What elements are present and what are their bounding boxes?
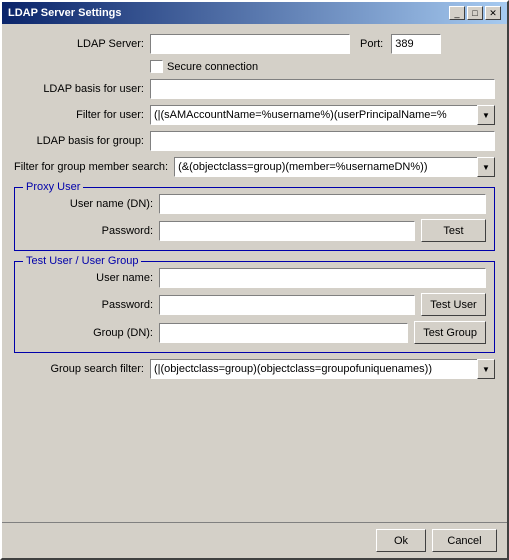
secure-connection-checkbox[interactable] [150, 60, 163, 73]
window-title: LDAP Server Settings [8, 7, 122, 19]
group-dn-row: Group (DN): Test Group [23, 321, 486, 344]
filter-user-dropdown: ▼ [150, 105, 495, 125]
group-search-filter-dropdown: ▼ [150, 359, 495, 379]
port-label: Port: [360, 38, 383, 50]
group-dn-input[interactable] [159, 323, 408, 343]
ok-button[interactable]: Ok [376, 529, 426, 552]
ldap-server-row: LDAP Server: Port: [14, 34, 495, 54]
test-user-button[interactable]: Test User [421, 293, 486, 316]
test-user-section: Test User / User Group User name: Passwo… [14, 261, 495, 353]
secure-connection-row: Secure connection [150, 60, 495, 73]
ldap-settings-window: LDAP Server Settings _ □ ✕ LDAP Server: … [0, 0, 509, 560]
filter-user-row: Filter for user: ▼ [14, 105, 495, 125]
ldap-basis-user-label: LDAP basis for user: [14, 83, 144, 95]
filter-user-label: Filter for user: [14, 109, 144, 121]
filter-user-input[interactable] [150, 105, 495, 125]
proxy-user-section-label: Proxy User [23, 181, 83, 193]
filter-user-dropdown-btn[interactable]: ▼ [477, 105, 495, 125]
bottom-buttons: Ok Cancel [2, 522, 507, 558]
ldap-basis-group-input[interactable] [150, 131, 495, 151]
filter-group-label: Filter for group member search: [14, 161, 168, 173]
test-username-input[interactable] [159, 268, 486, 288]
secure-connection-label: Secure connection [167, 61, 258, 73]
ldap-server-input[interactable] [150, 34, 350, 54]
group-search-filter-dropdown-btn[interactable]: ▼ [477, 359, 495, 379]
test-password-label: Password: [23, 299, 153, 311]
cancel-button[interactable]: Cancel [432, 529, 497, 552]
port-input[interactable] [391, 34, 441, 54]
test-password-input[interactable] [159, 295, 415, 315]
filter-group-dropdown: ▼ [174, 157, 495, 177]
filter-group-input[interactable] [174, 157, 495, 177]
title-bar-buttons: _ □ ✕ [449, 6, 501, 20]
test-user-section-label: Test User / User Group [23, 255, 141, 267]
minimize-button[interactable]: _ [449, 6, 465, 20]
test-password-row: Password: Test User [23, 293, 486, 316]
ldap-basis-group-label: LDAP basis for group: [14, 135, 144, 147]
ldap-basis-group-row: LDAP basis for group: [14, 131, 495, 151]
form-content: LDAP Server: Port: Secure connection LDA… [2, 24, 507, 522]
ldap-basis-user-row: LDAP basis for user: [14, 79, 495, 99]
group-dn-label: Group (DN): [23, 327, 153, 339]
test-group-button[interactable]: Test Group [414, 321, 486, 344]
filter-group-dropdown-btn[interactable]: ▼ [477, 157, 495, 177]
proxy-password-row: Password: Test [23, 219, 486, 242]
username-dn-input[interactable] [159, 194, 486, 214]
group-search-filter-label: Group search filter: [14, 363, 144, 375]
test-username-label: User name: [23, 272, 153, 284]
username-dn-row: User name (DN): [23, 194, 486, 214]
proxy-password-input[interactable] [159, 221, 415, 241]
group-search-filter-row: Group search filter: ▼ [14, 359, 495, 379]
proxy-user-section: Proxy User User name (DN): Password: Tes… [14, 187, 495, 251]
maximize-button[interactable]: □ [467, 6, 483, 20]
ldap-server-label: LDAP Server: [14, 38, 144, 50]
proxy-password-label: Password: [23, 225, 153, 237]
test-username-row: User name: [23, 268, 486, 288]
test-button[interactable]: Test [421, 219, 486, 242]
proxy-user-inner: User name (DN): Password: Test [23, 194, 486, 242]
ldap-basis-user-input[interactable] [150, 79, 495, 99]
username-dn-label: User name (DN): [23, 198, 153, 210]
title-bar: LDAP Server Settings _ □ ✕ [2, 2, 507, 24]
close-button[interactable]: ✕ [485, 6, 501, 20]
filter-group-row: Filter for group member search: ▼ [14, 157, 495, 177]
test-user-inner: User name: Password: Test User Group (DN… [23, 268, 486, 344]
group-search-filter-input[interactable] [150, 359, 495, 379]
